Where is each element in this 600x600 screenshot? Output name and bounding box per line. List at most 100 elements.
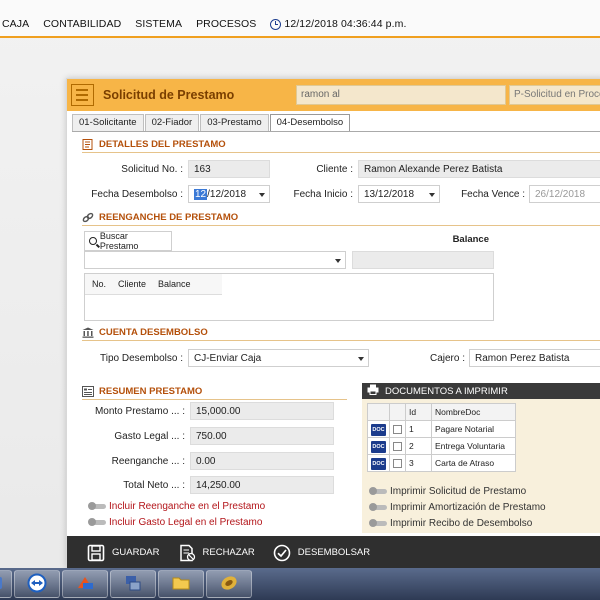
window-header: Solicitud de Prestamo ramon al P-Solicit… [67,79,600,111]
doc-name: Carta de Atraso [431,454,516,472]
chevron-down-icon [335,259,341,263]
buscar-prestamo-button[interactable]: Buscar Prestamo [84,231,172,251]
fecha-inicio-value: 13/12/2018 [364,189,415,200]
total-neto-field: 14,250.00 [190,476,334,494]
toggle-icon [88,517,106,526]
clock-icon [270,18,282,30]
document-icon [82,139,94,150]
teamviewer-icon [27,573,47,596]
section-cuenta-title: CUENTA DESEMBOLSO [99,327,208,338]
menu-contabilidad[interactable]: CONTABILIDAD [43,18,121,30]
app-icon [0,576,3,593]
tipo-desembolso-select[interactable]: CJ-Enviar Caja [188,349,369,367]
fecha-desembolso-picker[interactable]: 12/12/2018 [188,185,270,203]
doc-name: Entrega Voluntaria [431,437,516,455]
tipo-desembolso-value: CJ-Enviar Caja [194,353,262,364]
taskbar-app-6[interactable] [206,570,252,598]
incluir-gasto-legal-label: Incluir Gasto Legal en el Prestamo [109,517,263,528]
action-bar: GUARDAR RECHAZAR DESEMBOLSAR [67,536,600,569]
col-balance: Balance [158,279,191,289]
app-icon [219,573,239,596]
balance-field [352,251,494,269]
guardar-button[interactable]: GUARDAR [87,544,160,562]
tab-solicitante[interactable]: 01-Solicitante [72,114,144,131]
reenganche-field: 0.00 [190,452,334,470]
printer-icon [367,384,379,398]
taskbar [0,568,600,600]
fecha-desembolso-rest: /12/2018 [207,189,247,200]
fecha-desembolso-label: Fecha Desembolso : [91,189,183,200]
status-field: P-Solicitud en Proce [509,85,600,105]
doc-id: 1 [405,420,432,438]
tab-fiador[interactable]: 02-Fiador [144,114,200,131]
col-id: Id [405,403,432,421]
incluir-gasto-legal-toggle[interactable]: Incluir Gasto Legal en el Prestamo [88,517,263,528]
incluir-reenganche-label: Incluir Reenganche en el Prestamo [109,501,266,512]
doc-checkbox[interactable] [393,442,402,452]
taskbar-app-3[interactable] [62,570,108,598]
doc-icon: DOC [371,423,386,436]
table-row[interactable]: DOC 1 Pagare Notarial [367,420,516,438]
fecha-vence-value: 26/12/2018 [535,189,586,200]
guardar-label: GUARDAR [112,547,160,558]
incluir-reenganche-toggle[interactable]: Incluir Reenganche en el Prestamo [88,501,266,512]
taskbar-app-1[interactable] [0,570,12,598]
menu-icon[interactable] [71,84,94,106]
tab-prestamo[interactable]: 03-Prestamo [200,114,269,131]
desembolsar-button[interactable]: DESEMBOLSAR [273,544,370,562]
prestamo-select[interactable] [84,251,346,269]
doc-checkbox[interactable] [393,425,402,435]
fecha-desembolso-day: 12 [194,189,208,200]
gasto-legal-field: 750.00 [190,427,334,445]
fecha-vence-picker[interactable]: 26/12/2018 [529,185,600,203]
section-reenganche-title: REENGANCHE DE PRESTAMO [99,212,239,223]
col-cliente: Cliente [118,279,147,289]
table-header-row: Id NombreDoc [367,403,516,421]
imprimir-recibo-toggle[interactable]: Imprimir Recibo de Desembolso [369,518,532,529]
taskbar-explorer[interactable] [158,570,204,598]
cliente-field: Ramon Alexande Perez Batista [358,160,600,178]
section-resumen-title: RESUMEN PRESTAMO [99,386,203,397]
taskbar-teamviewer[interactable] [14,570,60,598]
section-detalles-title: DETALLES DEL PRESTAMO [99,139,226,150]
summary-icon [82,386,94,397]
table-row[interactable]: DOC 2 Entrega Voluntaria [367,437,516,455]
cliente-label: Cliente : [316,164,353,175]
fecha-inicio-picker[interactable]: 13/12/2018 [358,185,440,203]
imprimir-solicitud-label: Imprimir Solicitud de Prestamo [390,486,527,497]
imprimir-amortizacion-label: Imprimir Amortización de Prestamo [390,502,546,513]
tipo-desembolso-label: Tipo Desembolso : [100,353,183,364]
imprimir-amortizacion-toggle[interactable]: Imprimir Amortización de Prestamo [369,502,546,513]
folder-icon [171,573,191,596]
imprimir-solicitud-toggle[interactable]: Imprimir Solicitud de Prestamo [369,486,527,497]
doc-checkbox[interactable] [393,459,402,469]
section-resumen: RESUMEN PRESTAMO [82,384,347,400]
section-cuenta: CUENTA DESEMBOLSO [82,325,600,341]
taskbar-app-4[interactable] [110,570,156,598]
toggle-icon [369,518,387,527]
table-row[interactable]: DOC 3 Carta de Atraso [367,454,516,472]
rechazar-button[interactable]: RECHAZAR [178,544,255,562]
documentos-title: DOCUMENTOS A IMPRIMIR [385,385,508,397]
doc-id: 2 [405,437,432,455]
app-icon [75,573,95,596]
col-no: No. [92,279,107,289]
loan-request-window: Solicitud de Prestamo ramon al P-Solicit… [66,78,600,569]
reenganche-label: Reenganche ... : [111,456,185,467]
solicitud-label: Solicitud No. : [121,164,183,175]
save-icon [87,544,105,562]
computer-icon [123,573,143,596]
clock: 12/12/2018 04:36:44 p.m. [270,18,406,30]
doc-icon: DOC [371,440,386,453]
tab-desembolso[interactable]: 04-Desembolso [269,114,351,132]
col-nombredoc: NombreDoc [431,403,516,421]
chain-icon [82,212,94,223]
menu-procesos[interactable]: PROCESOS [196,18,256,30]
menu-caja[interactable]: CAJA [2,18,29,30]
tab-strip: 01-Solicitante 02-Fiador 03-Prestamo 04-… [72,114,351,132]
reject-document-icon [178,544,196,562]
reenganche-grid[interactable]: No. Cliente Balance [84,273,494,321]
fecha-inicio-label: Fecha Inicio : [293,189,353,200]
menu-sistema[interactable]: SISTEMA [135,18,182,30]
monto-prestamo-field: 15,000.00 [190,402,334,420]
